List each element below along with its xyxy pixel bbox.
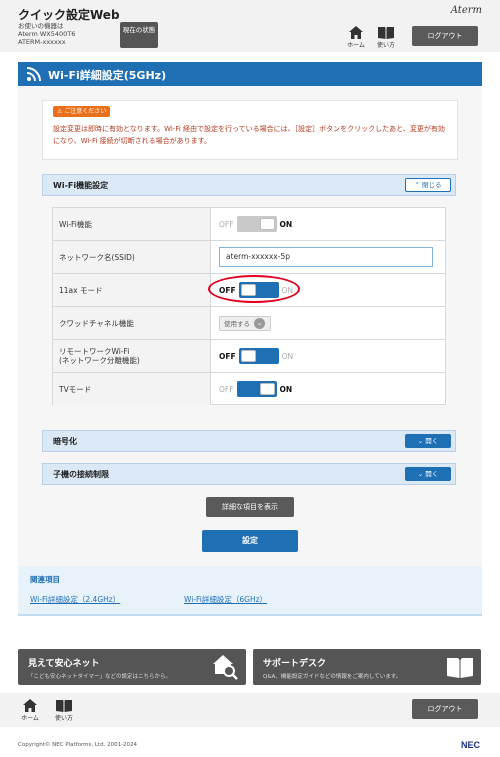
related-title: 関連項目 [30,575,60,584]
open-label: 開く [425,470,439,478]
banner-title: サポートデスク [263,659,327,669]
switch-on-text: ON [279,219,293,229]
row-label: Wi-Fi機能 [53,208,211,240]
close-label: 閉じる [422,181,442,189]
footer-home-button[interactable]: ホーム [16,699,44,722]
home-icon [23,699,37,712]
banner-subtitle: 「こども安心ネットタイマー」などの設定はこちらから。 [28,674,172,680]
device-label: お使いの機器は [18,22,64,30]
apply-button[interactable]: 設定 [202,530,298,552]
aterm-logo: Aterm [450,5,482,16]
home-icon [349,26,363,39]
row-quad-channel: クワッドチャネル機能 使用する ⌄ [53,307,445,340]
wifi-section-close-button[interactable]: ⌃ 閉じる [405,178,451,192]
home-label: ホーム [21,715,39,722]
related-items: 関連項目 Wi-Fi詳細設定（2.4GHz） Wi-Fi詳細設定（6GHz） [18,566,482,616]
footer-logout-button[interactable]: ログアウト [412,699,478,719]
row-label: TVモード [53,373,211,405]
wifi-function-switch[interactable]: OFF ON [219,208,292,240]
home-button[interactable]: ホーム [342,26,370,49]
quad-channel-select[interactable]: 使用する ⌄ [219,315,271,331]
wifi-settings-table: Wi-Fi機能 OFF ON ネットワーク名(SSID) aterm-xxxxx… [52,207,446,405]
footer-nav: ホーム 使い方 ログアウト [0,693,500,727]
manual-button[interactable]: 使い方 [372,26,400,49]
home-label: ホーム [347,42,365,49]
mieru-anshin-net-banner[interactable]: 見えて安心ネット 「こども安心ネットタイマー」などの設定はこちらから。 [18,649,246,685]
wifi-section-title: Wi-Fi機能設定 [53,181,109,190]
notice-badge: ⚠ ご注意ください [53,106,111,117]
chevron-up-icon: ⌃ [414,181,422,189]
switch-off-text: OFF [219,384,234,394]
row-label-sub: (ネットワーク分離機能) [59,356,140,365]
encryption-section-header[interactable]: 暗号化 ⌄ 開く [42,430,456,452]
device-name: ATERM-xxxxxx [18,38,66,46]
page-title-bar: Wi-Fi詳細設定(5GHz) [18,62,482,86]
notice-text: 設定変更は即時に有効となります。Wi-Fi 経由で設定を行っている場合には、［設… [53,125,445,145]
row-label-main: リモートワークWi-Fi [59,347,130,356]
select-value: 使用する [224,320,250,328]
remote-work-switch[interactable]: OFF ON [219,340,293,372]
notice-box: ⚠ ご注意ください 設定変更は即時に有効となります。Wi-Fi 経由で設定を行っ… [42,100,458,160]
switch-knob[interactable] [259,383,275,395]
switch-off-text: OFF [219,351,236,361]
logout-button[interactable]: ログアウト [412,26,478,46]
child-limit-section-title: 子機の接続制限 [53,470,109,479]
switch-track[interactable] [238,348,279,364]
tv-mode-switch[interactable]: OFF ON [219,373,292,405]
book-icon [378,27,394,39]
app-title: クイック設定Web [18,8,120,22]
manual-label: 使い方 [54,715,73,722]
row-tv-mode: TVモード OFF ON [53,373,445,406]
open-label: 開く [425,437,439,445]
row-label: リモートワークWi-Fi (ネットワーク分離機能) [53,340,211,372]
encryption-open-button[interactable]: ⌄ 開く [405,434,451,448]
ssid-input[interactable]: aterm-xxxxxx-5p [219,247,433,267]
child-limit-open-button[interactable]: ⌄ 開く [405,467,451,481]
related-link-24ghz[interactable]: Wi-Fi詳細設定（2.4GHz） [30,594,120,605]
chevron-down-icon: ⌄ [254,317,265,329]
row-label: ネットワーク名(SSID) [53,241,211,273]
switch-on-text: ON [281,351,294,361]
row-label: クワッドチャネル機能 [53,307,211,339]
row-label: 11ax モード [53,274,211,306]
current-status-button[interactable]: 現在の状態 [120,22,158,48]
switch-track[interactable] [236,216,277,232]
highlight-ring [208,275,300,303]
footer-manual-button[interactable]: 使い方 [50,699,78,722]
switch-off-text: OFF [219,219,234,229]
page-title: Wi-Fi詳細設定(5GHz) [48,69,167,82]
copyright: Copyright© NEC Platforms, Ltd. 2001-2024 [18,742,138,748]
device-info: お使いの機器は Aterm WX5400T6 ATERM-xxxxxx [18,22,75,46]
switch-knob[interactable] [240,350,256,362]
row-remote-work-wifi: リモートワークWi-Fi (ネットワーク分離機能) OFF ON [53,340,445,373]
child-limit-section-header[interactable]: 子機の接続制限 ⌄ 開く [42,463,456,485]
book-icon [447,658,473,678]
wifi-icon [26,67,41,82]
switch-knob[interactable] [259,218,275,230]
show-details-button[interactable]: 詳細な項目を表示 [206,497,294,517]
related-link-6ghz[interactable]: Wi-Fi詳細設定（6GHz） [184,594,267,605]
encryption-section-title: 暗号化 [53,437,77,446]
device-model: Aterm WX5400T6 [18,30,76,38]
notice-badge-label: ご注意ください [64,108,107,115]
switch-on-text: ON [279,384,293,394]
home-search-icon [213,655,238,680]
wifi-section-header: Wi-Fi機能設定 ⌃ 閉じる [42,174,456,196]
row-ssid: ネットワーク名(SSID) aterm-xxxxxx-5p [53,241,445,274]
manual-label: 使い方 [376,42,395,49]
banner-title: 見えて安心ネット [28,659,100,669]
nec-logo: NEC [460,740,480,750]
banner-subtitle: Q&A、機能設定ガイドなどの情報をご案内しています。 [263,674,402,680]
row-wifi-function: Wi-Fi機能 OFF ON [53,208,445,241]
support-desk-banner[interactable]: サポートデスク Q&A、機能設定ガイドなどの情報をご案内しています。 [253,649,481,685]
header: クイック設定Web お使いの機器は Aterm WX5400T6 ATERM-x… [0,0,500,52]
book-icon [56,700,72,712]
switch-track[interactable] [236,381,277,397]
